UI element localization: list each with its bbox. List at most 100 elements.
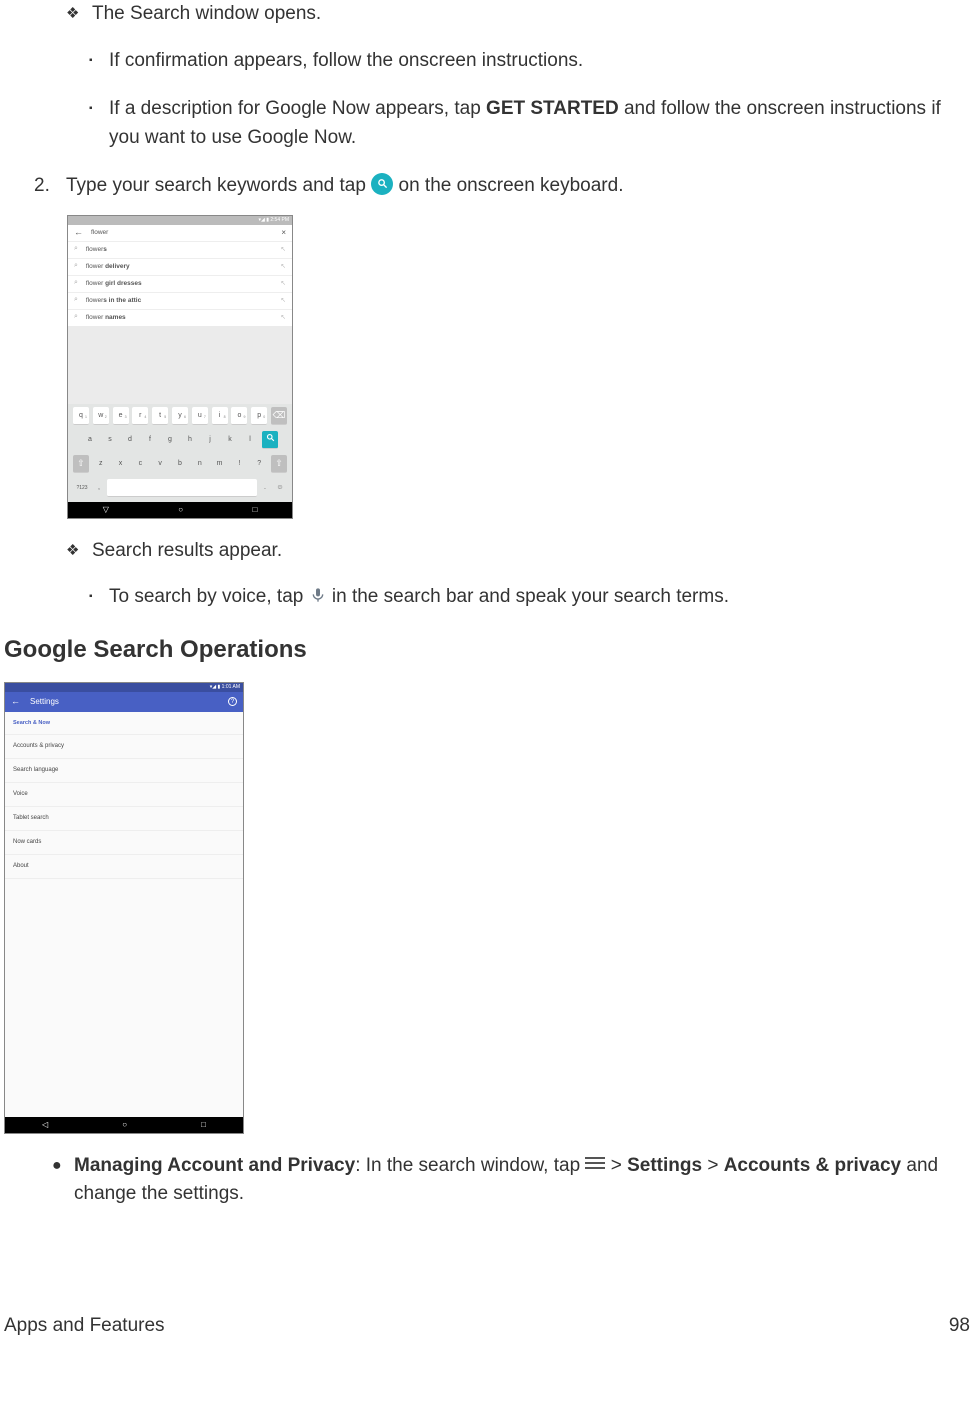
get-started-label: GET STARTED [486, 98, 619, 119]
search-suggestion: ⌕flower names↖ [68, 309, 292, 326]
settings-item: About [5, 855, 243, 879]
page-footer: Apps and Features 98 [4, 1312, 970, 1341]
search-suggestion: ⌕flowers in the attic↖ [68, 292, 292, 309]
microphone-icon [309, 584, 327, 606]
key-emoji: ☺ [271, 479, 289, 497]
clear-icon: × [281, 227, 286, 239]
screenshot-search-keyboard: ▾◢ ▮ 2:54 PM ← flower × ⌕flowers↖⌕flower… [67, 215, 293, 519]
key-o: o9 [231, 407, 247, 425]
diamond-marker: ❖ [66, 0, 92, 29]
key-z: z [93, 455, 109, 473]
key-?: ? [251, 455, 267, 473]
key-d: d [122, 431, 138, 449]
nav-home-icon: ○ [178, 504, 183, 516]
key-f: f [142, 431, 158, 449]
magnifier-icon: ⌕ [74, 312, 78, 323]
key-space [107, 479, 257, 497]
content-gap [68, 326, 292, 404]
operation-bullet: ● Managing Account and Privacy: In the s… [4, 1152, 970, 1209]
settings-item: Voice [5, 783, 243, 807]
bullet-text: If a description for Google Now appears,… [109, 95, 970, 152]
screenshot-settings: ▾◢ ▮ 1:01 AM ← Settings ? Search & Now A… [4, 682, 244, 1134]
key-backspace: ⌫ [271, 407, 287, 425]
key-comma: , [93, 479, 105, 497]
fill-arrow-icon: ↖ [281, 245, 286, 255]
nav-back-icon: ◁ [42, 1119, 48, 1131]
square-marker: ▪ [89, 47, 109, 76]
hamburger-menu-icon [585, 1157, 605, 1171]
settings-item: Tablet search [5, 807, 243, 831]
key-search-go [262, 431, 278, 449]
search-query: flower [91, 228, 281, 238]
magnifier-icon: ⌕ [74, 244, 78, 255]
step-text: Type your search keywords and tap on the… [66, 172, 970, 201]
key-k: k [222, 431, 238, 449]
status-bar: ▾◢ ▮ 2:54 PM [68, 216, 292, 225]
round-marker: ● [52, 1152, 74, 1209]
key-v: v [152, 455, 168, 473]
key-m: m [212, 455, 228, 473]
key-u: u7 [192, 407, 208, 425]
result-bullet: ❖ The Search window opens. [4, 0, 970, 29]
key-r: r4 [132, 407, 148, 425]
magnifier-icon: ⌕ [74, 295, 78, 306]
key-p: p0 [251, 407, 267, 425]
key-h: h [182, 431, 198, 449]
magnifier-icon: ⌕ [74, 261, 78, 272]
nav-bar: ▽ ○ □ [68, 502, 292, 518]
settings-item: Search language [5, 759, 243, 783]
footer-page-number: 98 [949, 1312, 970, 1341]
app-bar: ← Settings ? [5, 692, 243, 712]
section-heading: Google Search Operations [4, 632, 970, 668]
back-arrow-icon: ← [11, 695, 20, 709]
nav-home-icon: ○ [122, 1119, 127, 1131]
path-accounts-privacy: Accounts & privacy [724, 1155, 901, 1176]
operation-title: Managing Account and Privacy [74, 1155, 355, 1176]
fill-arrow-icon: ↖ [281, 262, 286, 272]
nav-back-icon: ▽ [103, 504, 109, 516]
bullet-text: To search by voice, tap in the search ba… [109, 583, 970, 612]
sub-bullet: ▪ To search by voice, tap in the search … [4, 583, 970, 612]
path-settings: Settings [627, 1155, 702, 1176]
search-bar: ← flower × [68, 225, 292, 241]
blank-area [5, 879, 243, 1117]
appbar-title: Settings [30, 696, 228, 708]
key-l: l [242, 431, 258, 449]
key-e: e3 [113, 407, 129, 425]
bullet-text: If confirmation appears, follow the onsc… [109, 47, 970, 76]
key-q: q1 [73, 407, 89, 425]
settings-section-header: Search & Now [5, 712, 243, 735]
bullet-text: Search results appear. [92, 537, 970, 566]
key-!: ! [231, 455, 247, 473]
sub-bullet: ▪ If a description for Google Now appear… [4, 95, 970, 152]
step-number: 2. [34, 172, 66, 201]
key-symbols: ?123 [71, 479, 93, 497]
nav-bar: ◁ ○ □ [5, 1117, 243, 1133]
nav-recent-icon: □ [252, 504, 257, 516]
settings-item: Now cards [5, 831, 243, 855]
key-i: i8 [212, 407, 228, 425]
bullet-text: Managing Account and Privacy: In the sea… [74, 1152, 970, 1209]
result-bullet: ❖ Search results appear. [4, 537, 970, 566]
settings-item: Accounts & privacy [5, 735, 243, 759]
keyboard: q1w2e3r4t5y6u7i8o9p0⌫ asdfghjkl ⇧zxcvbnm… [68, 404, 292, 502]
status-bar: ▾◢ ▮ 1:01 AM [5, 683, 243, 692]
search-icon [371, 173, 393, 195]
key-c: c [132, 455, 148, 473]
key-j: j [202, 431, 218, 449]
nav-recent-icon: □ [201, 1119, 206, 1131]
key-w: w2 [93, 407, 109, 425]
sub-bullet: ▪ If confirmation appears, follow the on… [4, 47, 970, 76]
key-y: y6 [172, 407, 188, 425]
key-b: b [172, 455, 188, 473]
key-t: t5 [152, 407, 168, 425]
fill-arrow-icon: ↖ [281, 313, 286, 323]
key-n: n [192, 455, 208, 473]
key-s: s [102, 431, 118, 449]
key-shift: ⇧ [271, 455, 287, 473]
magnifier-icon: ⌕ [74, 278, 78, 289]
search-suggestion: ⌕flowers↖ [68, 241, 292, 258]
search-suggestion: ⌕flower girl dresses↖ [68, 275, 292, 292]
bullet-text: The Search window opens. [92, 0, 970, 29]
search-suggestion: ⌕flower delivery↖ [68, 258, 292, 275]
